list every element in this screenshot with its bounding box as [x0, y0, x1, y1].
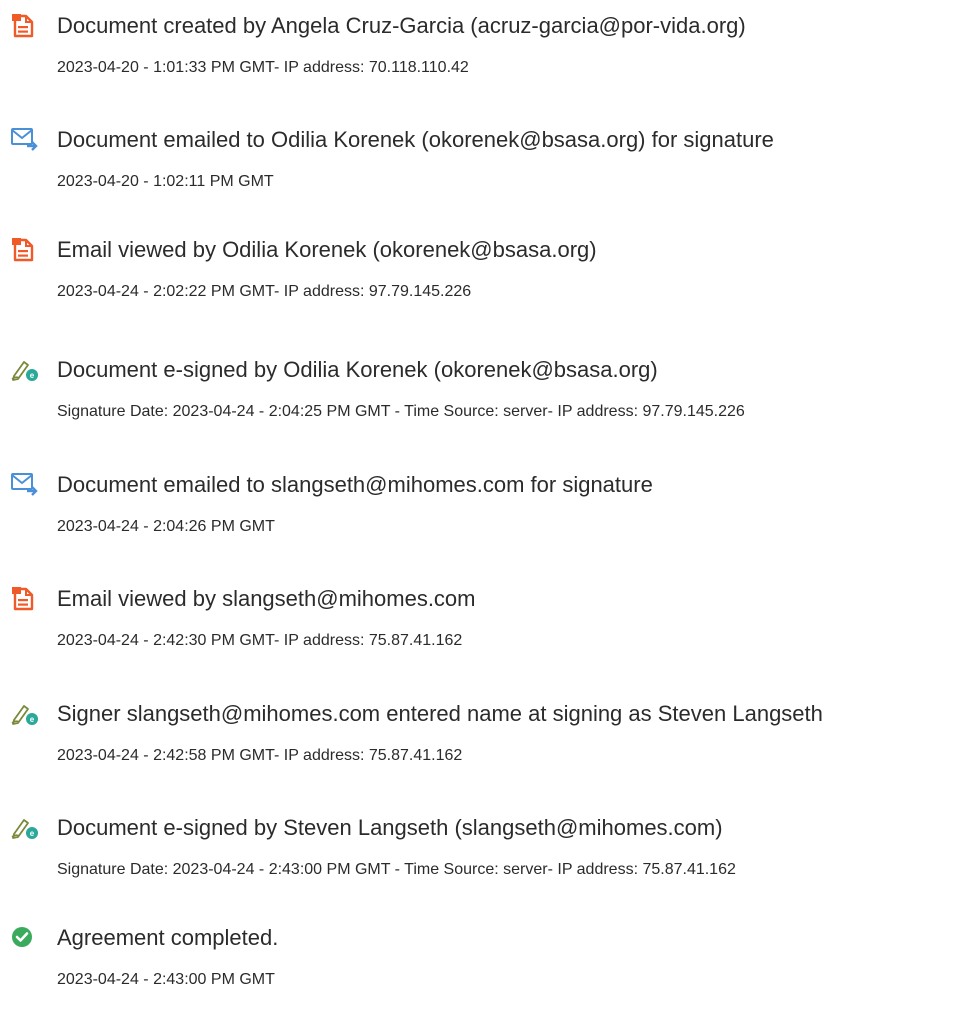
event-title: Document created by Angela Cruz-Garcia (… [57, 13, 746, 38]
event-detail: 2023-04-24 - 2:42:58 PM GMT- IP address:… [57, 747, 463, 764]
svg-text:e: e [30, 829, 35, 838]
event-title: Document emailed to slangseth@mihomes.co… [57, 472, 653, 497]
audit-event: Email viewed by slangseth@mihomes.com 20… [0, 585, 974, 675]
event-title: Document e-signed by Steven Langseth (sl… [57, 815, 723, 840]
audit-event: e Document e-signed by Odilia Korenek (o… [0, 356, 974, 446]
event-title: Signer slangseth@mihomes.com entered nam… [57, 701, 823, 726]
email-send-icon [10, 126, 40, 152]
audit-event: e Signer slangseth@mihomes.com entered n… [0, 700, 974, 790]
event-title: Email viewed by Odilia Korenek (okorenek… [57, 237, 597, 262]
event-detail: 2023-04-24 - 2:43:00 PM GMT [57, 971, 275, 988]
event-detail: 2023-04-24 - 2:04:26 PM GMT [57, 518, 275, 535]
audit-event: Document emailed to Odilia Korenek (okor… [0, 126, 974, 216]
pen-sign-icon: e [10, 700, 40, 726]
document-orange-icon [10, 585, 40, 611]
event-detail: 2023-04-24 - 2:42:30 PM GMT- IP address:… [57, 632, 463, 649]
event-detail: Signature Date: 2023-04-24 - 2:43:00 PM … [57, 861, 736, 878]
audit-event: Document created by Angela Cruz-Garcia (… [0, 12, 974, 102]
event-detail: Signature Date: 2023-04-24 - 2:04:25 PM … [57, 403, 745, 420]
document-orange-icon [10, 12, 40, 38]
event-title: Document e-signed by Odilia Korenek (oko… [57, 357, 658, 382]
event-title: Agreement completed. [57, 925, 279, 950]
email-send-icon [10, 471, 40, 497]
check-circle-icon [10, 924, 40, 950]
pen-sign-icon: e [10, 356, 40, 382]
svg-text:e: e [30, 371, 35, 380]
audit-event: Agreement completed. 2023-04-24 - 2:43:0… [0, 924, 974, 1014]
event-title: Document emailed to Odilia Korenek (okor… [57, 127, 774, 152]
audit-event: Email viewed by Odilia Korenek (okorenek… [0, 236, 974, 326]
event-title: Email viewed by slangseth@mihomes.com [57, 586, 476, 611]
document-orange-icon [10, 236, 40, 262]
event-detail: 2023-04-20 - 1:02:11 PM GMT [57, 173, 274, 190]
audit-event: e Document e-signed by Steven Langseth (… [0, 814, 974, 904]
event-detail: 2023-04-20 - 1:01:33 PM GMT- IP address:… [57, 59, 469, 76]
pen-sign-icon: e [10, 814, 40, 840]
event-detail: 2023-04-24 - 2:02:22 PM GMT- IP address:… [57, 283, 472, 300]
svg-text:e: e [30, 715, 35, 724]
audit-event: Document emailed to slangseth@mihomes.co… [0, 471, 974, 561]
